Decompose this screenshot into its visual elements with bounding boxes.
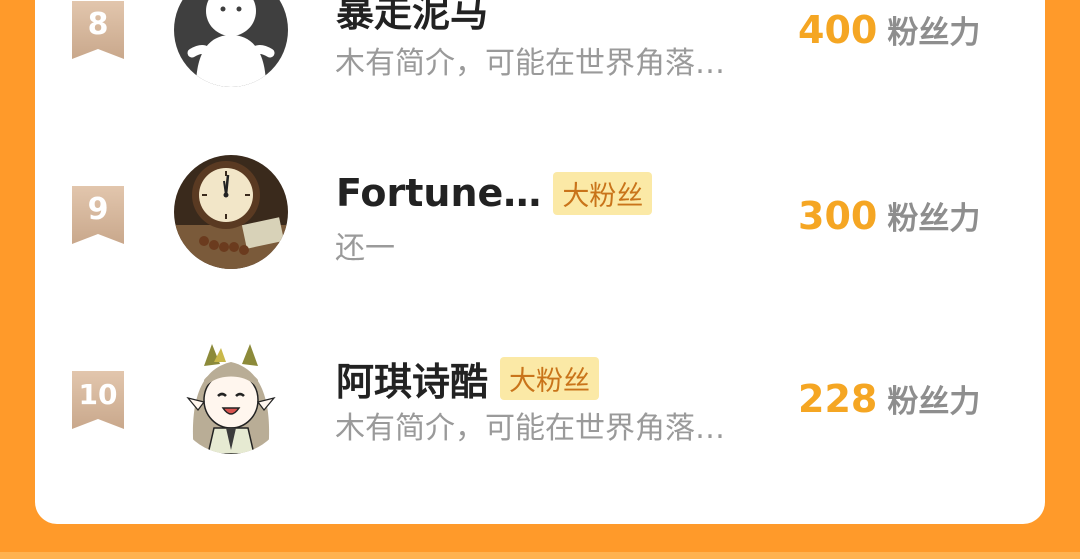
user-name[interactable]: 阿琪诗酷 [336,351,488,406]
ranking-row[interactable]: 10 阿琪诗酷 大粉丝 木有简介，可能在世界角落… 228 粉丝力 [0,335,1080,465]
user-bio: 木有简介，可能在世界角落… [335,46,725,81]
ranking-row[interactable]: 8 暴走泥马 木有简介，可能在世界角落… 400 粉丝力 [0,0,1080,95]
score-value: 300 [798,194,878,238]
user-bio: 木有简介，可能在世界角落… [335,411,725,446]
fan-score: 300 粉丝力 [798,193,980,238]
score-unit: 粉丝力 [887,201,981,237]
user-avatar[interactable] [174,340,288,454]
user-avatar[interactable] [174,0,288,87]
rank-ribbon: 8 [72,1,124,59]
score-unit: 粉丝力 [887,15,981,51]
bottom-strip [0,552,1080,559]
name-line: 阿琪诗酷 大粉丝 [336,351,600,406]
rank-ribbon: 9 [72,186,124,244]
big-fan-badge: 大粉丝 [553,171,653,215]
rank-number: 8 [87,7,109,42]
anime-girl-avatar-icon [174,340,288,454]
user-name[interactable]: Fortune… [336,171,541,215]
default-person-avatar-icon [174,0,288,87]
fan-ranking-page: 8 暴走泥马 木有简介，可能在世界角落… 400 粉丝力 9 Fortune… … [0,0,1080,559]
clock-photo-avatar-icon [174,155,288,269]
big-fan-badge: 大粉丝 [500,356,600,400]
fan-score: 228 粉丝力 [798,376,980,421]
name-line: 暴走泥马 [336,0,488,35]
user-bio: 还一 [335,231,395,266]
score-value: 400 [798,8,878,52]
rank-ribbon: 10 [72,371,124,429]
name-line: Fortune… 大粉丝 [336,167,653,219]
fan-score: 400 粉丝力 [798,7,980,52]
rank-number: 9 [87,192,109,227]
user-avatar[interactable] [174,155,288,269]
user-name[interactable]: 暴走泥马 [336,0,488,37]
rank-number: 10 [78,378,118,411]
score-unit: 粉丝力 [887,384,981,420]
ranking-row[interactable]: 9 Fortune… 大粉丝 还一 300 粉丝力 [0,150,1080,280]
score-value: 228 [798,377,878,421]
